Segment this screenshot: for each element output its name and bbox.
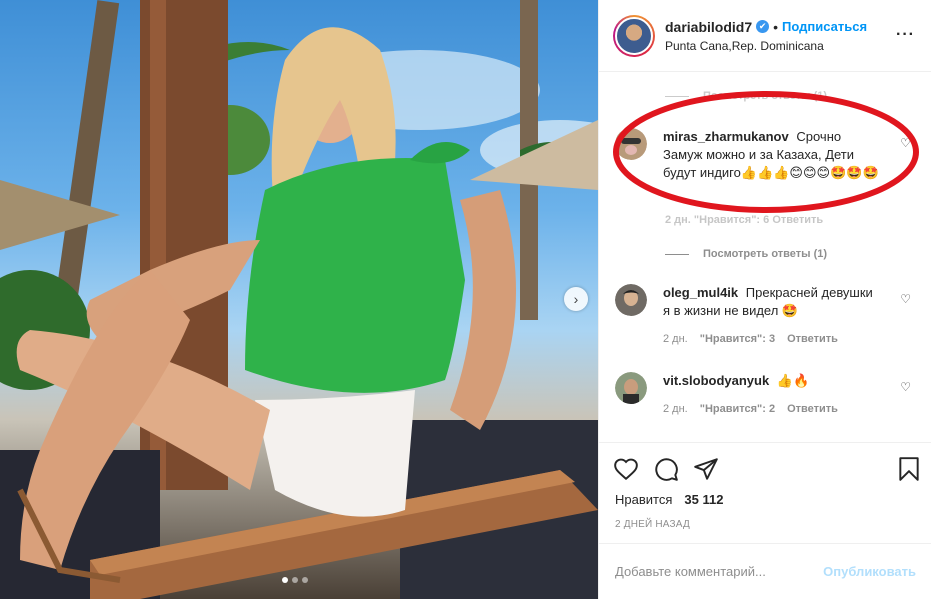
post-header: dariabilodid7 ✔ • Подписаться Punta Cana… — [599, 0, 931, 72]
comment-likes[interactable]: "Нравится": 3 — [700, 330, 775, 348]
chevron-right-icon: › — [573, 291, 579, 307]
comment-like-icon[interactable]: ♡ — [900, 136, 911, 150]
comment-time[interactable]: 2 дн. — [663, 400, 688, 418]
photo-illustration — [0, 0, 598, 599]
post-date[interactable]: 2 ДНЕЙ НАЗАД — [599, 519, 931, 530]
comment-text: 👍🔥 — [776, 373, 810, 388]
comment-item: vit.slobodyanyuk 👍🔥 2 дн. "Нравится": 2 … — [615, 372, 915, 418]
separator-dot: • — [773, 18, 779, 35]
view-replies-button[interactable]: Посмотреть ответы (1) — [665, 90, 827, 102]
author-username[interactable]: dariabilodid7 — [665, 19, 752, 35]
comment-item: miras_zharmukanov Срочно Замуж можно и з… — [615, 128, 915, 182]
share-icon[interactable] — [693, 456, 719, 482]
comment-icon[interactable] — [653, 456, 679, 482]
comments-list: Посмотреть ответы (1) miras_zharmukanov … — [599, 72, 931, 442]
post-photo[interactable]: › — [0, 0, 598, 599]
follow-button[interactable]: Подписаться — [782, 19, 867, 34]
more-icon[interactable]: ··· — [896, 26, 915, 44]
likes-summary[interactable]: Нравится 35 112 — [599, 492, 931, 507]
carousel-dot — [302, 577, 308, 583]
likes-count: 35 112 — [684, 492, 724, 507]
post-actions: Нравится 35 112 2 ДНЕЙ НАЗАД — [599, 442, 931, 530]
commenter-avatar[interactable] — [615, 284, 647, 316]
carousel-dot — [282, 577, 288, 583]
commenter-avatar[interactable] — [615, 372, 647, 404]
reply-button[interactable]: Ответить — [787, 330, 838, 348]
comment-like-icon[interactable]: ♡ — [900, 380, 911, 394]
comment-item: oleg_mul4ik Прекрасней девушки я в жизни… — [615, 284, 915, 348]
comment-meta: 2 дн. "Нравится": 6 Ответить — [665, 214, 824, 226]
comment-input[interactable] — [615, 564, 824, 579]
commenter-avatar[interactable] — [615, 128, 647, 160]
comment-like-icon[interactable]: ♡ — [900, 292, 911, 306]
comment-time[interactable]: 2 дн. — [663, 330, 688, 348]
view-replies-button[interactable]: Посмотреть ответы (1) — [665, 248, 827, 260]
verified-icon: ✔ — [756, 20, 770, 33]
post-location[interactable]: Punta Cana,Rep. Dominicana — [665, 39, 867, 53]
carousel-dot — [292, 577, 298, 583]
comment-username[interactable]: miras_zharmukanov — [663, 129, 789, 144]
comment-username[interactable]: oleg_mul4ik — [663, 285, 738, 300]
bookmark-icon[interactable] — [896, 456, 922, 482]
comment-username[interactable]: vit.slobodyanyuk — [663, 373, 769, 388]
post-side-panel: dariabilodid7 ✔ • Подписаться Punta Cana… — [598, 0, 931, 599]
author-avatar[interactable] — [613, 14, 655, 57]
likes-label: Нравится — [615, 492, 673, 507]
comment-composer: Опубликовать — [599, 543, 931, 599]
heart-icon[interactable] — [613, 456, 639, 482]
publish-button[interactable]: Опубликовать — [823, 564, 916, 579]
carousel-indicator — [282, 577, 308, 583]
next-photo-button[interactable]: › — [564, 287, 588, 311]
comment-likes[interactable]: "Нравится": 2 — [700, 400, 775, 418]
reply-button[interactable]: Ответить — [787, 400, 838, 418]
